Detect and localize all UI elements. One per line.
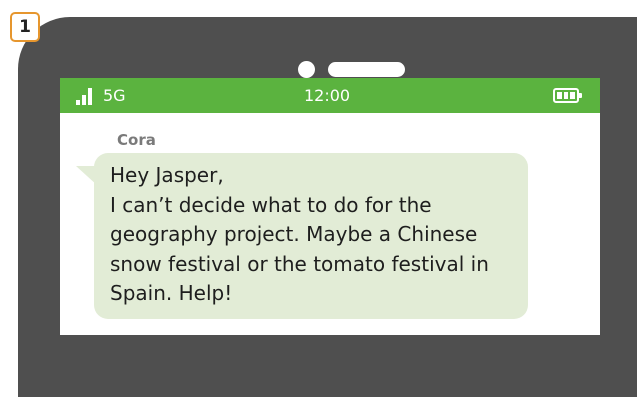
step-number-badge: 1 (10, 12, 40, 42)
message-greeting: Hey Jasper, (110, 163, 224, 187)
signal-icon (76, 87, 96, 105)
sender-name: Cora (117, 131, 156, 149)
message-body: I can’t decide what to do for the geogra… (110, 192, 489, 306)
battery-icon (553, 88, 582, 103)
phone-screen: 5G 12:00 Cora Hey Jasper, I can’t decide… (60, 78, 600, 335)
message-text: Hey Jasper, I can’t decide what to do fo… (110, 161, 520, 309)
message-bubble: Hey Jasper, I can’t decide what to do fo… (94, 153, 528, 319)
network-type: 5G (103, 86, 126, 105)
speaker-icon (328, 62, 405, 77)
status-bar: 5G 12:00 (60, 78, 600, 113)
status-time: 12:00 (304, 86, 351, 105)
camera-icon (298, 61, 315, 78)
